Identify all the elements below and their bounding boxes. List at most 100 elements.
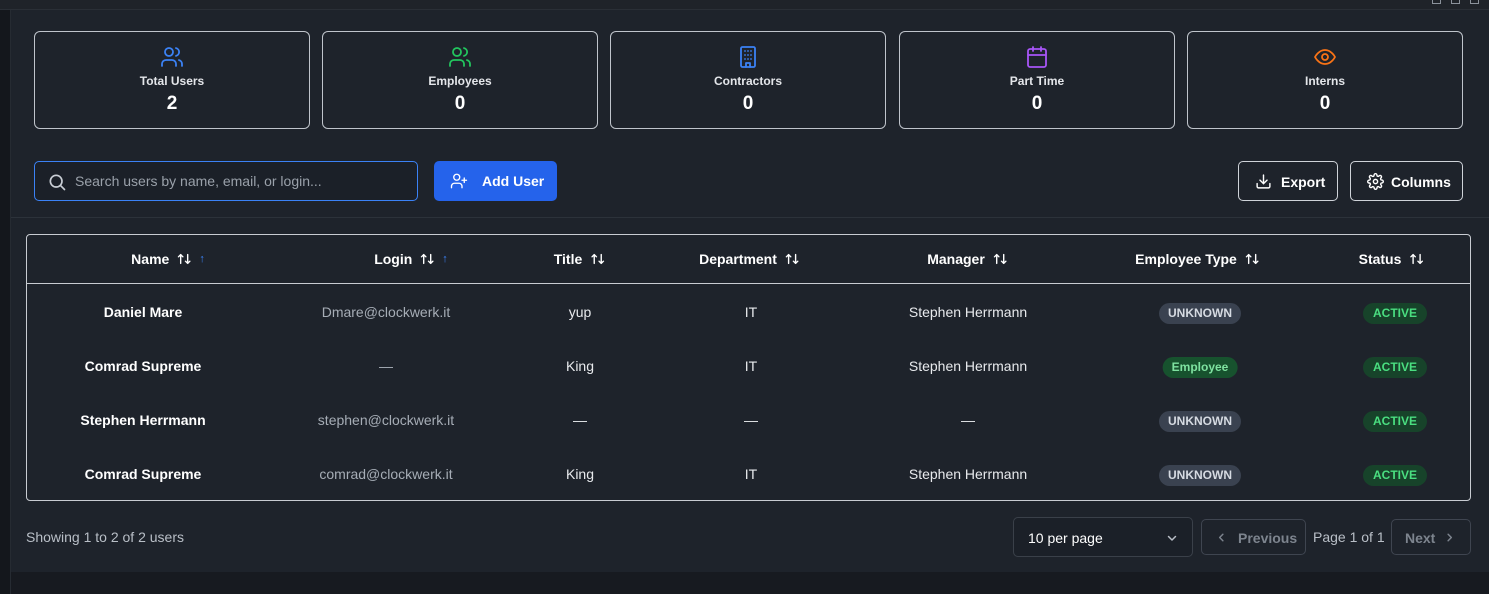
sort-icon	[993, 253, 1007, 265]
column-header-label: Department	[699, 251, 777, 267]
sort-ascending-icon: ↑	[199, 253, 205, 265]
status-badge: ACTIVE	[1362, 356, 1428, 378]
table-header: Name ↑ Login ↑ Title Department Manager …	[27, 235, 1470, 284]
window-control-icon[interactable]	[1451, 0, 1460, 4]
stat-label: Total Users	[139, 74, 205, 88]
table-row[interactable]: Stephen Herrmann stephen@clockwerk.it — …	[27, 393, 1470, 447]
chevron-left-icon	[1218, 533, 1224, 542]
sort-icon	[590, 253, 604, 265]
window-controls	[1432, 0, 1479, 4]
bottom-strip	[11, 572, 1489, 594]
previous-page-button[interactable]: Previous	[1201, 519, 1306, 555]
cell-title: —	[573, 412, 587, 428]
cell-department: —	[744, 412, 758, 428]
download-icon	[1256, 174, 1271, 189]
status-badge: ACTIVE	[1362, 302, 1428, 324]
per-page-value: 10 per page	[1028, 530, 1103, 546]
search-box[interactable]	[34, 161, 418, 201]
cell-title: King	[565, 358, 595, 374]
browser-top-bar	[0, 0, 1489, 10]
left-sidebar-edge	[0, 10, 11, 594]
cell-department: IT	[744, 358, 758, 374]
export-label: Export	[1281, 174, 1326, 190]
search-input[interactable]	[75, 162, 405, 200]
stat-card-part-time: Part Time 0	[899, 31, 1175, 129]
calendar-icon	[1027, 46, 1047, 68]
column-header-employee-type[interactable]: Employee Type	[1135, 251, 1259, 267]
sort-icon	[1410, 253, 1423, 265]
column-header-label: Manager	[927, 251, 985, 267]
stat-label: Contractors	[713, 74, 782, 88]
stat-card-total-users: Total Users 2	[34, 31, 310, 129]
status-badge: ACTIVE	[1362, 410, 1428, 432]
gear-icon	[1367, 173, 1384, 190]
cell-employee-type: UNKNOWN	[1159, 393, 1241, 447]
employee-type-badge: Employee	[1162, 356, 1238, 378]
columns-button[interactable]: Columns	[1350, 161, 1463, 201]
stat-label: Interns	[1304, 74, 1345, 88]
cell-status: ACTIVE	[1362, 393, 1428, 447]
cell-title: King	[565, 466, 595, 482]
cell-manager: Stephen Herrmann	[908, 466, 1028, 482]
search-icon	[49, 174, 66, 191]
cell-department: IT	[744, 304, 758, 320]
column-header-name[interactable]: Name ↑	[131, 251, 205, 267]
per-page-select[interactable]: 10 per page	[1013, 517, 1193, 557]
cell-manager: Stephen Herrmann	[908, 304, 1028, 320]
table-row[interactable]: Comrad Supreme comrad@clockwerk.it King …	[27, 447, 1470, 500]
page-info: Page 1 of 1	[1313, 529, 1385, 545]
column-header-label: Login	[374, 251, 413, 267]
stat-value: 0	[742, 93, 754, 114]
users-icon	[161, 47, 183, 67]
window-control-icon[interactable]	[1470, 0, 1479, 4]
cell-login: Dmare@clockwerk.it	[321, 304, 451, 320]
showing-count: Showing 1 to 2 of 2 users	[26, 529, 184, 545]
add-user-label: Add User	[482, 173, 545, 189]
employee-type-badge: UNKNOWN	[1159, 302, 1241, 324]
cell-employee-type: UNKNOWN	[1159, 447, 1241, 500]
next-page-button[interactable]: Next	[1391, 519, 1471, 555]
next-label: Next	[1405, 530, 1436, 546]
eye-icon	[1314, 49, 1336, 65]
cell-login: —	[379, 358, 393, 374]
user-plus-icon	[450, 173, 468, 189]
previous-label: Previous	[1238, 530, 1298, 546]
cell-login: stephen@clockwerk.it	[317, 412, 455, 428]
cell-status: ACTIVE	[1362, 339, 1428, 393]
stat-value: 0	[1319, 93, 1331, 114]
stats-row: Total Users 2 Employees 0 Contractors 0 …	[34, 31, 1463, 129]
column-header-label: Title	[553, 251, 583, 267]
cell-employee-type: Employee	[1162, 339, 1238, 393]
cell-name: Stephen Herrmann	[80, 412, 206, 428]
column-header-status[interactable]: Status	[1359, 251, 1424, 267]
sort-icon	[420, 253, 434, 265]
export-button[interactable]: Export	[1238, 161, 1338, 201]
chevron-down-icon	[1167, 535, 1177, 541]
users-icon	[449, 47, 471, 67]
table-row[interactable]: Comrad Supreme — King IT Stephen Herrman…	[27, 339, 1470, 393]
cell-name: Daniel Mare	[103, 304, 183, 320]
column-header-manager[interactable]: Manager	[927, 251, 1007, 267]
sort-icon	[177, 253, 191, 265]
column-header-label: Employee Type	[1135, 251, 1237, 267]
section-divider	[11, 217, 1489, 218]
stat-card-employees: Employees 0	[322, 31, 598, 129]
employee-type-badge: UNKNOWN	[1159, 464, 1241, 486]
sort-ascending-icon: ↑	[442, 253, 448, 265]
cell-manager: —	[961, 412, 975, 428]
sort-icon	[1245, 253, 1259, 265]
column-header-login[interactable]: Login ↑	[374, 251, 448, 267]
column-header-title[interactable]: Title	[554, 251, 605, 267]
status-badge: ACTIVE	[1362, 464, 1428, 486]
add-user-button[interactable]: Add User	[434, 161, 557, 201]
column-header-department[interactable]: Department	[699, 251, 799, 267]
stat-card-contractors: Contractors 0	[610, 31, 886, 129]
cell-employee-type: UNKNOWN	[1159, 285, 1241, 339]
cell-status: ACTIVE	[1362, 447, 1428, 500]
window-control-icon[interactable]	[1432, 0, 1441, 4]
chevron-right-icon	[1447, 533, 1453, 542]
cell-department: IT	[744, 466, 758, 482]
stat-value: 2	[166, 93, 178, 114]
cell-manager: Stephen Herrmann	[908, 358, 1028, 374]
table-row[interactable]: Daniel Mare Dmare@clockwerk.it yup IT St…	[27, 285, 1470, 339]
